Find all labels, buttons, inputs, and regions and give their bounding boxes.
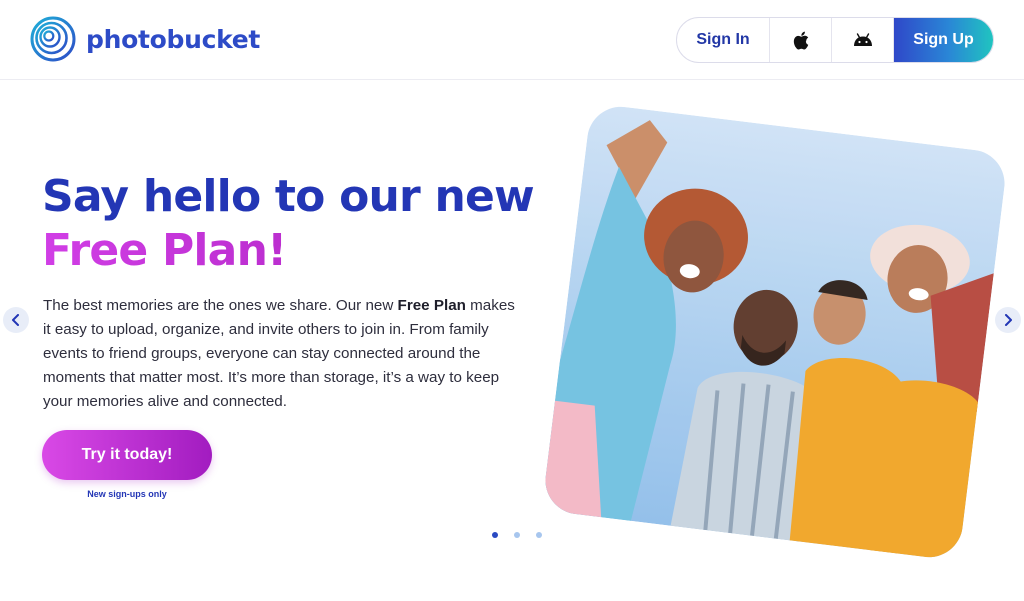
site-header: photobucket Sign In Sign Up <box>0 0 1024 80</box>
carousel-prev-button[interactable] <box>3 307 29 333</box>
brand-name: photobucket <box>86 24 261 54</box>
brand-logo[interactable]: photobucket <box>30 16 260 62</box>
sign-up-button[interactable]: Sign Up <box>894 18 993 62</box>
carousel-dots <box>492 532 542 538</box>
carousel-dot-3[interactable] <box>536 532 542 538</box>
try-it-today-button[interactable]: Try it today! <box>42 430 212 480</box>
hero-title-line1: Say hello to our new <box>42 171 535 222</box>
carousel-dot-1[interactable] <box>492 532 498 538</box>
sign-in-button[interactable]: Sign In <box>677 18 770 62</box>
chevron-right-icon <box>1005 314 1012 326</box>
android-icon <box>853 33 872 46</box>
hero-description-bold: Free Plan <box>397 297 466 314</box>
hero-description-part1: The best memories are the ones we share.… <box>43 297 398 314</box>
carousel-next-button[interactable] <box>995 307 1021 333</box>
hero-title-line2: Free Plan! <box>42 224 534 278</box>
hero-description: The best memories are the ones we share.… <box>43 294 523 414</box>
cta-note: New sign-ups only <box>87 489 167 499</box>
carousel-dot-2[interactable] <box>514 532 520 538</box>
friends-group-photo <box>541 102 1009 562</box>
hero-photo <box>541 102 1009 562</box>
apple-app-button[interactable] <box>770 18 832 62</box>
header-nav: Sign In Sign Up <box>676 17 994 63</box>
android-app-button[interactable] <box>832 18 894 62</box>
hero-title: Say hello to our new Free Plan! <box>42 170 535 278</box>
apple-icon <box>793 31 808 50</box>
chevron-left-icon <box>12 314 19 326</box>
photobucket-logo-icon <box>30 16 76 62</box>
